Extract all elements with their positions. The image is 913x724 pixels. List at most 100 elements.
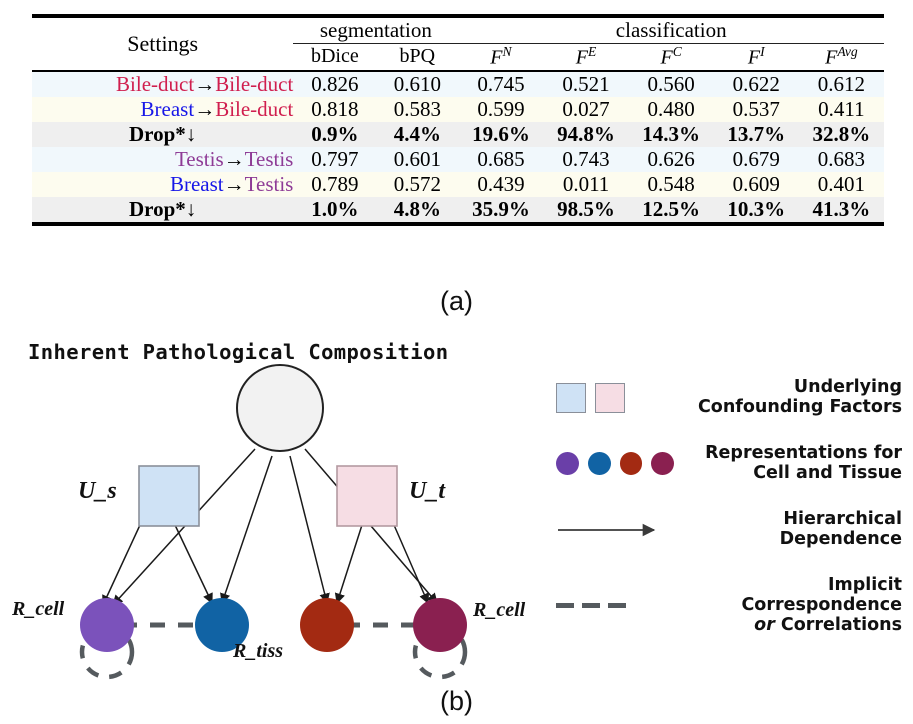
table-row: Drop*↓ 1.0% 4.8% 35.9% 98.5% 12.5% 10.3% 41.3% bbox=[32, 196, 884, 224]
dash-2 bbox=[582, 603, 600, 609]
table-cell: 0.745 bbox=[477, 71, 525, 96]
table-body: Bile-duct→Bile-duct 0.826 0.610 0.745 0.521 0… bbox=[32, 70, 884, 224]
source-domain: Bile-duct bbox=[116, 71, 195, 96]
table-cell: 32.8% bbox=[812, 121, 871, 146]
arrow-icon-svg bbox=[558, 523, 656, 536]
column-header-3: FE bbox=[575, 44, 597, 69]
legend-line2: Confounding Factors bbox=[697, 396, 902, 417]
table-cell: 0.797 bbox=[311, 146, 359, 171]
row-setting-label: Breast→Bile-duct bbox=[32, 96, 294, 122]
row-setting-label: Breast→Testis bbox=[32, 172, 293, 197]
blue-dot-icon bbox=[587, 452, 611, 476]
us-label: U_s bbox=[78, 478, 117, 504]
table-cell: 0.011 bbox=[562, 171, 610, 196]
table-cell: 0.685 bbox=[477, 146, 525, 171]
solid-arrow-icon bbox=[556, 522, 674, 538]
pink-square-icon bbox=[595, 382, 625, 413]
table-row: Breast→Bile-duct 0.818 0.583 0.599 0.027 0.48… bbox=[32, 96, 884, 122]
legend-line1: Implicit Correspondence bbox=[741, 574, 902, 615]
row-setting-label: Drop*↓ bbox=[129, 121, 197, 146]
legend-line2: Dependence bbox=[779, 528, 902, 549]
table-cell: 0.411 bbox=[818, 96, 865, 121]
row-setting-label: Testis→Testis bbox=[32, 147, 293, 172]
table-row: Drop*↓ 0.9% 4.4% 19.6% 94.8% 14.3% 13.7% 32.8% bbox=[32, 121, 884, 147]
source-domain: Breast bbox=[140, 96, 195, 121]
legend-line2: or Correlations bbox=[674, 614, 902, 636]
settings-header: Settings bbox=[32, 14, 294, 71]
results-table: Settings segmentation classification bDi… bbox=[32, 14, 884, 226]
r-cell-left-label: R_cell bbox=[12, 598, 65, 620]
table-cell: 0.818 bbox=[311, 96, 359, 121]
column-header-5: FI bbox=[747, 44, 765, 69]
table-cell: 0.610 bbox=[393, 71, 441, 96]
arrow-icon: → bbox=[194, 96, 216, 121]
blue-square-icon bbox=[556, 382, 586, 413]
ut-edges bbox=[334, 524, 430, 604]
table-cell: 41.3% bbox=[812, 196, 871, 221]
legend-line1: Underlying bbox=[793, 377, 902, 397]
two-squares-icon bbox=[556, 382, 674, 413]
table-row: Breast→Testis 0.789 0.572 0.439 0.011 0.548 0.… bbox=[32, 171, 884, 197]
row-setting-label: Drop*↓ bbox=[129, 196, 197, 221]
table-cell: 0.521 bbox=[562, 71, 610, 96]
table-cell: 0.480 bbox=[647, 96, 695, 121]
source-domain: Testis bbox=[174, 146, 224, 171]
legend-line1: Representations for bbox=[705, 442, 902, 463]
table-cell: 0.826 bbox=[311, 71, 359, 96]
diagram-panel: Inherent Pathological Composition U_s U_… bbox=[0, 318, 913, 724]
r-tiss-left-label: R_tiss bbox=[233, 640, 284, 662]
us-square-node bbox=[138, 465, 200, 527]
dash-1 bbox=[556, 603, 574, 609]
table-cell: 0.609 bbox=[732, 171, 780, 196]
panel-b-label: (b) bbox=[440, 686, 473, 716]
table-cell: 0.401 bbox=[817, 171, 866, 196]
dash-segments bbox=[556, 601, 666, 611]
legend-item-implicit-correspondence: Implicit Correspondence or Correlations bbox=[556, 574, 906, 636]
legend-line2: Cell and Tissue bbox=[753, 462, 902, 483]
table-cell: 0.537 bbox=[732, 96, 780, 121]
table-cell: 0.599 bbox=[477, 96, 525, 121]
legend-line2-main: Correlations bbox=[780, 614, 902, 635]
column-header-4: FC bbox=[660, 44, 682, 69]
table-cell: 1.0% bbox=[311, 196, 359, 221]
table-cell: 14.3% bbox=[642, 121, 701, 146]
segmentation-group-header: segmentation bbox=[293, 14, 459, 44]
column-header-6: FAvg bbox=[825, 44, 858, 69]
table-cell: 0.583 bbox=[393, 96, 441, 121]
diagram-legend: Underlying Confounding Factors Represent… bbox=[556, 377, 906, 661]
legend-label-hierarchical-dependence: Hierarchical Dependence bbox=[674, 509, 906, 550]
dashed-line-icon bbox=[556, 601, 674, 611]
r-tiss-right-node bbox=[300, 598, 354, 652]
table-cell: 0.622 bbox=[732, 71, 780, 96]
four-dots-icon bbox=[556, 452, 674, 476]
table-cell: 0.027 bbox=[562, 96, 610, 121]
target-domain: Testis bbox=[244, 146, 294, 171]
table-cell: 4.4% bbox=[393, 121, 441, 146]
magenta-dot-icon bbox=[651, 452, 674, 476]
target-domain: Bile-duct bbox=[215, 96, 294, 121]
results-table-panel: Settings segmentation classification bDi… bbox=[0, 0, 913, 316]
table-cell: 0.601 bbox=[393, 146, 441, 171]
r-cell-right-node bbox=[413, 598, 467, 652]
purple-dot-icon bbox=[556, 452, 579, 476]
table-head: Settings segmentation classification bDi… bbox=[32, 14, 884, 71]
r-cell-left-node bbox=[80, 598, 134, 652]
row-setting-label: Bile-duct→Bile-duct bbox=[32, 71, 293, 97]
r-cell-right-label: R_cell bbox=[473, 599, 526, 621]
table-cell: 0.743 bbox=[562, 146, 610, 171]
legend-item-representations: Representations for Cell and Tissue bbox=[556, 442, 906, 484]
table-cell: 0.9% bbox=[311, 121, 359, 146]
ut-square-node bbox=[336, 465, 398, 527]
column-header-1: bPQ bbox=[399, 45, 436, 68]
table-cell: 0.572 bbox=[393, 171, 441, 196]
table-cell: 0.612 bbox=[817, 71, 866, 96]
dash-3 bbox=[608, 603, 626, 609]
table-cell: 0.548 bbox=[647, 171, 695, 196]
ut-label: U_t bbox=[409, 478, 445, 504]
table-cell: 98.5% bbox=[557, 196, 615, 221]
source-domain: Breast bbox=[169, 171, 224, 196]
table-header-group-row: Settings segmentation classification bbox=[32, 14, 884, 71]
arrow-icon: → bbox=[223, 146, 245, 171]
table-cell: 0.439 bbox=[477, 171, 525, 196]
legend-line2-pre: or bbox=[754, 614, 775, 635]
